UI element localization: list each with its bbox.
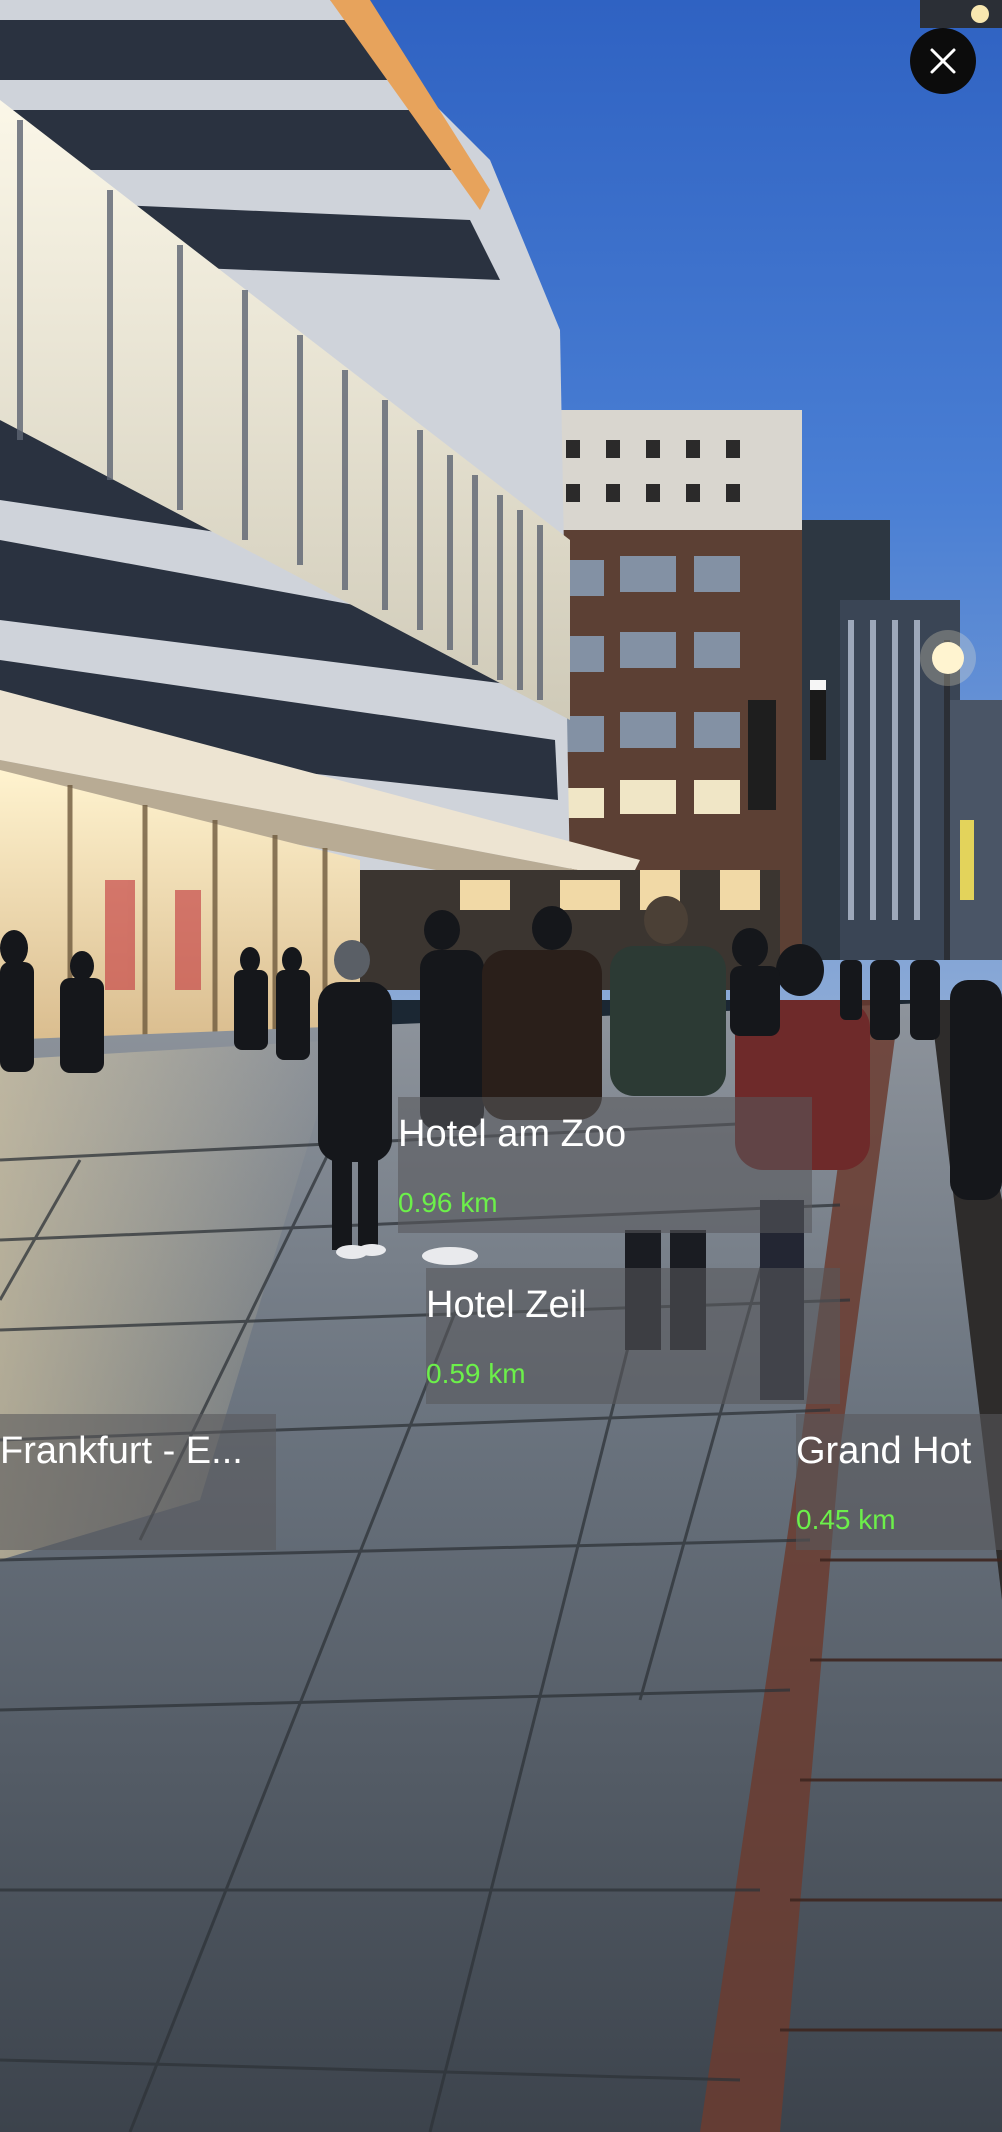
ar-label-frankfurt[interactable]: Frankfurt - E...: [0, 1414, 276, 1550]
ar-label-grand-hotel[interactable]: Grand Hot 0.45 km: [796, 1414, 1002, 1550]
ar-label-distance: 0.45 km: [796, 1504, 896, 1535]
ar-label-distance: 0.96 km: [398, 1187, 498, 1218]
ar-label-name: Hotel Zeil: [426, 1284, 587, 1326]
ar-label-name: Hotel am Zoo: [398, 1113, 627, 1155]
ar-label-hotel-zeil[interactable]: Hotel Zeil 0.59 km: [426, 1268, 840, 1404]
ar-label-distance: 0.59 km: [426, 1358, 526, 1389]
ar-camera-view: Hotel am Zoo 0.96 km Hotel Zeil 0.59 km …: [0, 0, 1002, 2132]
close-icon: [930, 48, 956, 74]
ar-label-name: Grand Hot: [796, 1430, 972, 1472]
ar-label-name: Frankfurt - E...: [0, 1430, 243, 1472]
camera-background: [0, 0, 1002, 2132]
close-button[interactable]: [910, 28, 976, 94]
ar-label-hotel-am-zoo[interactable]: Hotel am Zoo 0.96 km: [398, 1097, 812, 1233]
